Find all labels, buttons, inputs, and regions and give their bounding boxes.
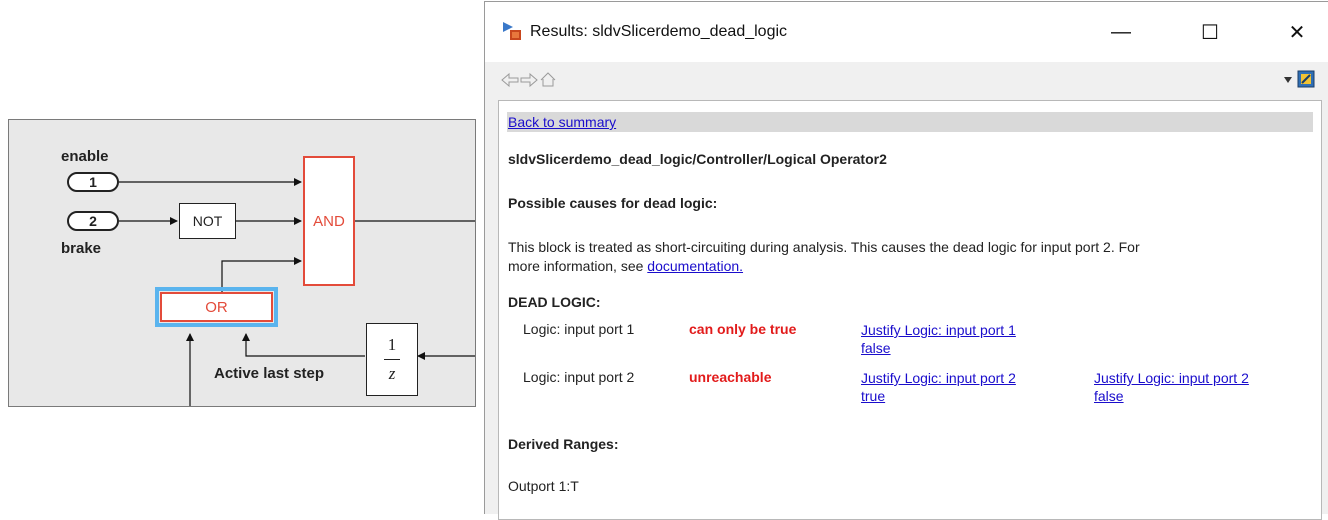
brake-label: brake — [61, 240, 102, 257]
back-to-summary-link[interactable]: Back to summary — [508, 114, 616, 130]
simulink-diagram: enable 1 2 brake NOT AND OR 1 z Active l… — [8, 119, 476, 407]
minimize-icon: — — [1111, 20, 1131, 43]
app-icon — [503, 22, 521, 40]
dead-logic-heading: DEAD LOGIC: — [508, 294, 601, 310]
derived-ranges-value: Outport 1:T — [508, 478, 579, 494]
close-icon: ✕ — [1288, 21, 1306, 44]
justify-row-2-false-link[interactable]: Justify Logic: input port 2 false — [1094, 369, 1249, 405]
and-block-label: AND — [313, 212, 345, 230]
signal-delay-to-or — [242, 333, 365, 357]
dropdown-icon — [1284, 77, 1292, 83]
unit-delay-denominator: z — [388, 364, 396, 383]
documentation-link[interactable]: documentation. — [647, 258, 743, 274]
toolbar — [485, 62, 1328, 100]
justify-row-2-true-link-line-2[interactable]: true — [861, 388, 885, 404]
title-bar[interactable]: Results: sldvSlicerdemo_dead_logic — ☐ ✕ — [485, 2, 1328, 62]
dead-logic-row-1-status: can only be true — [689, 321, 797, 337]
summary-bar: Back to summary — [507, 112, 1313, 132]
dropdown-button[interactable] — [1283, 76, 1293, 84]
justify-row-1-link-line-2[interactable]: false — [861, 340, 891, 356]
dead-logic-row-2-status: unreachable — [689, 369, 772, 385]
active-last-step-label: Active last step — [214, 365, 325, 382]
causes-text-line-1: This block is treated as short-circuitin… — [508, 239, 1140, 255]
maximize-icon: ☐ — [1201, 21, 1219, 44]
maximize-button[interactable]: ☐ — [1187, 12, 1233, 52]
and-block[interactable]: AND — [303, 156, 355, 286]
causes-heading: Possible causes for dead logic: — [508, 195, 718, 211]
unit-delay-numerator: 1 — [387, 335, 397, 354]
justify-row-1-link-line-1[interactable]: Justify Logic: input port 1 — [861, 322, 1016, 338]
home-button[interactable] — [539, 71, 557, 88]
or-block-label: OR — [205, 298, 228, 316]
signal-or-to-and — [221, 257, 302, 292]
not-block[interactable]: NOT — [179, 203, 236, 239]
minimize-button[interactable]: — — [1098, 12, 1144, 52]
causes-text-prefix: more information, see — [508, 258, 648, 274]
window-title: Results: sldvSlicerdemo_dead_logic — [530, 23, 788, 40]
inport-1[interactable]: 1 — [67, 172, 119, 192]
justify-row-1-link[interactable]: Justify Logic: input port 1 false — [861, 321, 1016, 357]
back-button[interactable] — [501, 72, 519, 88]
or-block[interactable]: OR — [155, 287, 278, 327]
results-window: Results: sldvSlicerdemo_dead_logic — ☐ ✕ — [484, 1, 1328, 520]
justify-row-2-false-link-line-2[interactable]: false — [1094, 388, 1124, 404]
justify-row-2-true-link[interactable]: Justify Logic: input port 2 true — [861, 369, 1016, 405]
justify-row-2-false-link-line-1[interactable]: Justify Logic: input port 2 — [1094, 370, 1249, 386]
justify-row-2-true-link-line-1[interactable]: Justify Logic: input port 2 — [861, 370, 1016, 386]
enable-label: enable — [61, 148, 109, 165]
unit-delay-fraction-line — [384, 359, 400, 360]
inport-2[interactable]: 2 — [67, 211, 119, 231]
dead-logic-row-2-logic: Logic: input port 2 — [523, 369, 635, 385]
unit-delay-block[interactable]: 1 z — [366, 323, 418, 396]
home-icon — [540, 72, 556, 87]
highlight-model-button[interactable] — [1297, 70, 1315, 88]
report-content: Back to summary sldvSlicerdemo_dead_logi… — [498, 100, 1322, 520]
causes-text-line-2: more information, see documentation. — [508, 258, 743, 274]
arrow-left-icon — [501, 72, 519, 88]
not-block-label: NOT — [192, 213, 223, 229]
derived-ranges-heading: Derived Ranges: — [508, 436, 619, 452]
forward-button[interactable] — [520, 72, 538, 88]
arrow-right-icon — [520, 72, 538, 88]
block-path: sldvSlicerdemo_dead_logic/Controller/Log… — [508, 151, 887, 167]
dead-logic-row-1-logic: Logic: input port 1 — [523, 321, 635, 337]
close-button[interactable]: ✕ — [1274, 12, 1320, 52]
